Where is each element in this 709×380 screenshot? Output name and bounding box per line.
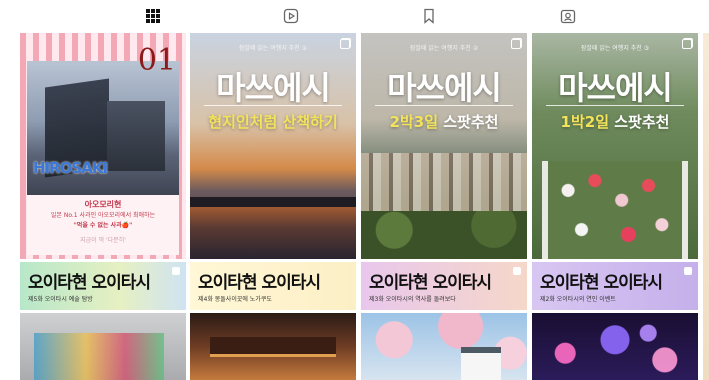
post-subtitle: 제3화 오이타시의 역사를 돌려보다 [369, 296, 456, 303]
post-subtitle: 2박3일 스팟추천 [361, 111, 527, 132]
post-title: 오이타현 오이타시 [540, 273, 663, 293]
trees [361, 211, 527, 259]
flower-garden [542, 161, 688, 259]
post-kicker: 잠잘때 읽는 여행지 추천 ② [409, 45, 479, 52]
post-footer: 지금이 딱 '다분히' [80, 237, 126, 244]
post-subtitle: 제5화 오이타시 예술 탐방 [28, 296, 93, 303]
post-matsue-2[interactable]: 잠잘때 읽는 여행지 추천 ② 마쓰에시 2박3일 스팟추천 [361, 33, 527, 259]
subtitle-highlight: 1박2일 [560, 113, 610, 131]
post-title: 오이타현 오이타시 [198, 273, 321, 293]
subtitle-highlight: 2박3일 [389, 113, 439, 131]
tab-posts-grid[interactable] [142, 5, 164, 27]
post-oita-4[interactable]: 오이타현 오이타시 제4화 몽돌사이끗에 노가쿠도 [190, 262, 356, 310]
post-subtitle: 일본 No.1 사과인 아오모리에서 최애하는 [50, 212, 156, 219]
cherry-blossoms [361, 313, 527, 380]
post-title: 오이타현 오이타시 [28, 273, 151, 293]
mural-art [34, 333, 164, 380]
subtitle-rest: 스팟추천 [609, 113, 670, 131]
caption-box: 아오모리현 일본 No.1 사과인 아오모리에서 최애하는 "먹을 수 없는 사… [27, 195, 179, 255]
post-subtitle: 1박2일 스팟추천 [532, 111, 698, 132]
post-matsue-1[interactable]: 잠잘때 읽는 여행지 추천 ① 마쓰에시 현지인처럼 산책하기 [190, 33, 356, 259]
post-title: 마쓰에시 [387, 69, 502, 107]
multi-photo-icon [684, 267, 692, 275]
building-shape [107, 101, 165, 171]
profile-tab-bar [0, 0, 709, 32]
castle [461, 347, 501, 380]
post-kicker: 잠잘때 읽는 여행지 추천 ③ [580, 45, 650, 52]
post-title: 오이타현 오이타시 [369, 273, 492, 293]
bookmark-icon [424, 8, 434, 24]
divider [546, 105, 684, 106]
post-quote: "먹을 수 없는 사과🍎" [73, 222, 133, 229]
tagged-icon [560, 9, 576, 24]
subtitle-highlight: 현지인처럼 산책하기 [208, 113, 338, 131]
post-subtitle: 제4화 몽돌사이끗에 노가쿠도 [198, 296, 272, 303]
post-photo: HIROSAKI [27, 61, 179, 195]
photo-sign-text: HIROSAKI [33, 159, 108, 177]
posts-grid: HIROSAKI 01 아오모리현 일본 No.1 사과인 아오모리에서 최애하… [20, 33, 700, 380]
multi-photo-icon [340, 39, 350, 49]
subtitle-rest: 스팟추천 [438, 113, 499, 131]
multi-photo-icon [511, 39, 521, 49]
tab-tagged[interactable] [557, 5, 579, 27]
divider [375, 105, 513, 106]
tab-saved[interactable] [418, 5, 440, 27]
post-kicker: 잠잘때 읽는 여행지 추천 ① [238, 45, 308, 52]
post-number: 01 [137, 43, 176, 78]
edge-strip [703, 33, 709, 380]
multi-photo-icon [172, 267, 180, 275]
post-matsue-3[interactable]: 잠잘때 읽는 여행지 추천 ③ 마쓰에시 1박2일 스팟추천 [532, 33, 698, 259]
post-oita-3[interactable]: 오이타현 오이타시 제3화 오이타시의 역사를 돌려보다 [361, 262, 527, 310]
shoreline [190, 197, 356, 207]
illumination-lights [532, 313, 698, 380]
lake-water [190, 207, 356, 259]
stage-roof [210, 337, 336, 357]
grid-icon [146, 9, 160, 23]
post-photo-noh-stage[interactable] [190, 313, 356, 380]
post-photo-illumination[interactable] [532, 313, 698, 380]
town-view [361, 153, 527, 213]
tab-reels[interactable] [280, 5, 302, 27]
divider [204, 105, 342, 106]
multi-photo-icon [513, 267, 521, 275]
reels-icon [283, 8, 299, 24]
post-subtitle: 제2화 오이타시의 연인 이벤트 [540, 296, 616, 303]
post-subtitle: 현지인처럼 산책하기 [190, 111, 356, 132]
post-aomori[interactable]: HIROSAKI 01 아오모리현 일본 No.1 사과인 아오모리에서 최애하… [20, 33, 186, 259]
post-oita-2[interactable]: 오이타현 오이타시 제2화 오이타시의 연인 이벤트 [532, 262, 698, 310]
multi-photo-icon [682, 39, 692, 49]
post-photo-mural[interactable] [20, 313, 186, 380]
post-title: 마쓰에시 [216, 69, 331, 107]
post-title: 아오모리현 [84, 200, 122, 209]
post-oita-5[interactable]: 오이타현 오이타시 제5화 오이타시 예술 탐방 [20, 262, 186, 310]
post-photo-castle[interactable] [361, 313, 527, 380]
post-title: 마쓰에시 [558, 69, 673, 107]
